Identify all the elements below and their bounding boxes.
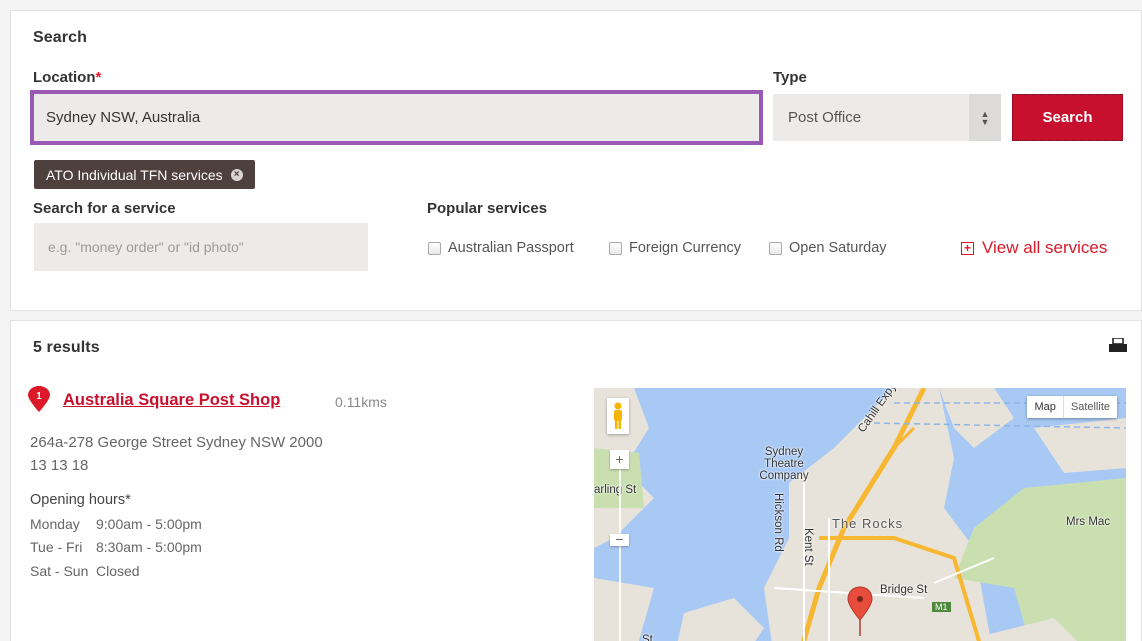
zoom-track[interactable] [619,470,621,641]
search-button[interactable]: Search [1012,94,1123,141]
hours-row: Tue - Fri 8:30am - 5:00pm [30,539,202,555]
service-search-label: Search for a service [33,200,176,217]
service-search-input[interactable] [34,223,368,271]
map[interactable]: Sydney Theatre Company The Rocks Bridge … [594,388,1126,641]
map-label-mrs-mac: Mrs Mac [1066,516,1111,528]
map-type-map-button[interactable]: Map [1027,396,1062,418]
results-panel: 5 results 1 Australia Square Post Shop 0… [10,320,1142,641]
map-label-hickson-rd: Hickson Rd [772,493,784,552]
location-label: Location* [33,69,102,86]
result-address: 264a-278 George Street Sydney NSW 2000 [30,434,323,451]
map-label-st: St [642,634,653,641]
active-filter-tag[interactable]: ATO Individual TFN services × [34,160,255,189]
svg-text:1: 1 [36,391,42,402]
remove-filter-icon[interactable]: × [230,168,243,181]
result-phone: 13 13 18 [30,457,89,474]
type-select[interactable]: Post Office ▲ ▼ [773,94,1001,141]
zoom-in-button[interactable]: + [610,450,629,469]
search-panel: Search Location* Type Post Office ▲▼ Sea… [10,10,1142,311]
map-label-the-rocks: The Rocks [832,516,904,531]
type-selected-value: Post Office [788,109,862,126]
active-filter-label: ATO Individual TFN services [46,166,223,183]
location-input[interactable] [30,90,763,145]
map-type-control: Map Satellite [1027,396,1117,418]
search-heading: Search [33,29,87,46]
map-label-sydney-theatre: Sydney Theatre Company [759,446,809,482]
view-all-services-link[interactable]: + View all services [961,238,1107,258]
checkbox-box[interactable] [428,241,441,255]
print-icon[interactable] [1109,338,1127,352]
result-marker-icon: 1 [28,386,50,412]
pegman-icon[interactable] [607,398,629,434]
results-count: 5 results [33,339,100,356]
select-arrows-icon: ▲ ▼ [969,94,1001,141]
checkbox-australian-passport[interactable]: Australian Passport [428,240,574,256]
map-type-satellite-button[interactable]: Satellite [1062,396,1117,418]
checkbox-open-saturday[interactable]: Open Saturday [769,240,887,256]
checkbox-box[interactable] [769,241,782,255]
map-label-bridge-st: Bridge St [880,584,928,596]
checkbox-foreign-currency[interactable]: Foreign Currency [609,240,741,256]
map-label-darling-st: arling St [594,484,637,496]
opening-hours-title: Opening hours* [30,492,131,508]
plus-box-icon: + [961,241,974,255]
popular-services-label: Popular services [427,200,548,217]
map-label-kent-st: Kent St [802,528,814,566]
hours-row: Sat - Sun Closed [30,563,140,579]
hours-row: Monday 9:00am - 5:00pm [30,516,202,532]
checkbox-box[interactable] [609,241,622,255]
map-motorway-badge: M1 [932,602,951,612]
result-name-link[interactable]: Australia Square Post Shop [63,391,280,410]
type-label: Type [773,69,807,86]
zoom-slider-handle[interactable]: − [610,532,629,546]
result-distance: 0.11kms [335,394,387,410]
